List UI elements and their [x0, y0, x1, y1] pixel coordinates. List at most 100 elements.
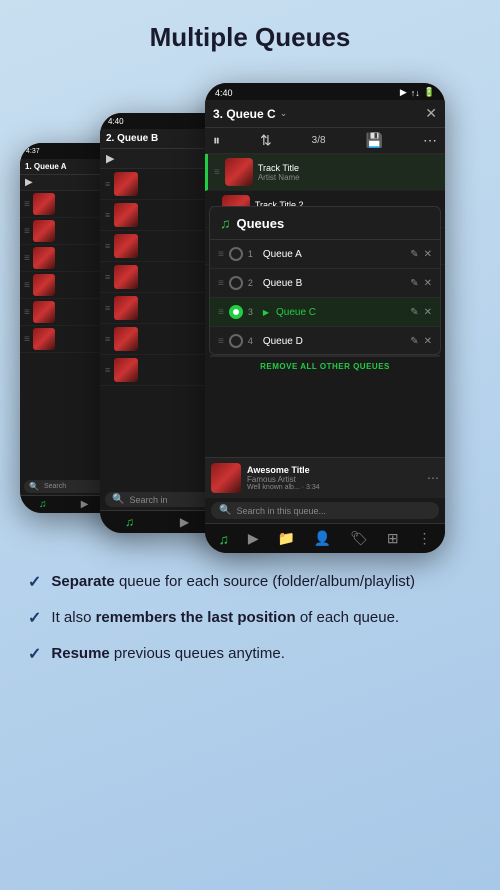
drag-handle: ≡	[24, 280, 30, 291]
more-button[interactable]: ⋯	[423, 132, 437, 149]
drag-handle: ≡	[105, 303, 110, 313]
now-playing-bar: Awesome Title Famous Artist Well known a…	[205, 457, 445, 498]
drag-handle: ≡	[24, 334, 30, 345]
dropdown-header: ♫ Queues	[210, 207, 440, 240]
bottom-nav-3: ♫ ▶ 📁 👤 🏷 ⊞ ⋮	[205, 523, 445, 553]
search-placeholder-2: Search in	[129, 495, 167, 505]
queue-edit-b[interactable]: ✎	[410, 278, 418, 289]
track-thumbnail	[33, 274, 55, 296]
queue-name-b: Queue B	[263, 278, 405, 289]
drag-handle: ≡	[105, 179, 110, 189]
feature-text-3: Resume previous queues anytime.	[51, 643, 284, 665]
check-icon-1: ✓	[28, 572, 41, 592]
sort-button[interactable]: ⇅	[260, 132, 272, 149]
search-bar-3[interactable]: 🔍 Search in this queue...	[211, 502, 439, 519]
track-thumbnail	[114, 358, 138, 382]
queue-number-d: 4	[248, 336, 258, 346]
search-placeholder-1: Search	[44, 483, 66, 490]
track-count-badge: 3/8	[312, 135, 326, 146]
queue-name-a: Queue A	[263, 249, 405, 260]
queue-radio-a	[229, 247, 243, 261]
play-nav-icon-3[interactable]: ▶	[248, 530, 259, 547]
close-button-3[interactable]: ✕	[425, 105, 437, 122]
queue-delete-d[interactable]: ✕	[424, 336, 432, 347]
drag-handle: ≡	[105, 334, 110, 344]
grid-nav-icon-3[interactable]: ⊞	[387, 530, 399, 547]
phone-3: 4:40 ▶ ↑↓ 🔋 3. Queue C ⌄ ✕ ⏸ ⇅ 3/8	[205, 83, 445, 553]
drag-handle: ≡	[214, 167, 220, 178]
queue-edit-c[interactable]: ✎	[410, 307, 418, 318]
queue-edit-d[interactable]: ✎	[410, 336, 418, 347]
queue-item-c[interactable]: ≡ 3 ▶ Queue C ✎ ✕	[210, 298, 440, 327]
search-icon-3: 🔍	[219, 505, 231, 516]
phones-container: 4:37 ▶ 1. Queue A ▶ ⇅ ≡ ≡	[0, 63, 500, 553]
feature-text-2: It also remembers the last position of e…	[51, 607, 399, 629]
queue-radio-c	[229, 305, 243, 319]
queue-item-b[interactable]: ≡ 2 Queue B ✎ ✕	[210, 269, 440, 298]
time-1: 4:37	[26, 148, 40, 155]
queue-nav-icon-3[interactable]: ♫	[218, 531, 229, 547]
now-playing-time: Well known alb... · 3:34	[247, 484, 421, 491]
track-thumbnail	[114, 296, 138, 320]
folder-nav-icon-3[interactable]: 📁	[278, 530, 295, 547]
queue-delete-b[interactable]: ✕	[424, 278, 432, 289]
remove-all-button[interactable]: REMOVE ALL OTHER QUEUES	[210, 356, 440, 376]
feature-item-2: ✓ It also remembers the last position of…	[28, 607, 472, 629]
tag-nav-icon-3[interactable]: 🏷	[350, 530, 368, 547]
play-nav-icon[interactable]: ▶	[81, 499, 89, 510]
queue-item-d[interactable]: ≡ 4 Queue D ✎ ✕	[210, 327, 440, 356]
feature-item-1: ✓ Separate queue for each source (folder…	[28, 571, 472, 593]
queue-number-c: 3	[248, 307, 258, 317]
track-name: Track Title	[258, 163, 439, 173]
queue-drag-b: ≡	[218, 278, 224, 289]
now-playing-thumb	[211, 463, 241, 493]
queue-edit-a[interactable]: ✎	[410, 249, 418, 260]
queue-item-a[interactable]: ≡ 1 Queue A ✎ ✕	[210, 240, 440, 269]
more-vert-button[interactable]: ⋯	[427, 471, 439, 485]
controls-bar-3: ⏸ ⇅ 3/8 💾 ⋯	[205, 128, 445, 154]
track-thumbnail	[114, 327, 138, 351]
pause-button[interactable]: ⏸	[213, 132, 220, 149]
feature-text-1: Separate queue for each source (folder/a…	[51, 571, 415, 593]
drag-handle: ≡	[24, 199, 30, 210]
queue-nav-icon[interactable]: ♫	[39, 499, 47, 510]
track-artist: Artist Name	[258, 173, 439, 182]
signal-icon: ↑↓	[411, 88, 420, 98]
track-thumbnail	[114, 172, 138, 196]
feature-item-3: ✓ Resume previous queues anytime.	[28, 643, 472, 665]
app-header-3: 3. Queue C ⌄ ✕	[205, 100, 445, 128]
now-playing-artist: Famous Artist	[247, 475, 421, 484]
search-icon-1: 🔍	[29, 482, 39, 491]
battery-icon: 🔋	[424, 87, 435, 98]
queue-radio-dot-c	[233, 309, 239, 315]
queue-drag-c: ≡	[218, 307, 224, 318]
queue-title-1: 1. Queue A	[25, 162, 67, 171]
queue-delete-a[interactable]: ✕	[424, 249, 432, 260]
queue-nav-icon-2[interactable]: ♫	[125, 515, 134, 529]
play-btn-2[interactable]: ▶	[106, 152, 114, 165]
queues-dropdown-label: Queues	[237, 216, 285, 231]
status-bar-3: 4:40 ▶ ↑↓ 🔋	[205, 83, 445, 100]
track-thumbnail	[33, 328, 55, 350]
save-button[interactable]: 💾	[366, 132, 383, 149]
queue-name-c: Queue C	[276, 307, 405, 318]
now-playing-info: Awesome Title Famous Artist Well known a…	[247, 465, 421, 491]
track-thumbnail	[33, 247, 55, 269]
page-title: Multiple Queues	[0, 0, 500, 63]
queue-title-3: 3. Queue C	[213, 107, 276, 121]
play-btn-1[interactable]: ▶	[25, 177, 33, 188]
drag-handle: ≡	[24, 253, 30, 264]
person-nav-icon-3[interactable]: 👤	[314, 530, 331, 547]
track-list-3: ≡ Track Title Artist Name ≡ Track Title …	[205, 154, 445, 457]
features-section: ✓ Separate queue for each source (folder…	[0, 553, 500, 698]
queues-dropdown: ♫ Queues ≡ 1 Queue A ✎ ✕ ≡	[209, 206, 441, 355]
queue-radio-d	[229, 334, 243, 348]
drag-handle: ≡	[24, 226, 30, 237]
queue-delete-c[interactable]: ✕	[424, 307, 432, 318]
play-nav-icon-2[interactable]: ▶	[180, 515, 189, 529]
dots-nav-icon-3[interactable]: ⋮	[417, 530, 431, 547]
chevron-down-icon: ⌄	[280, 108, 288, 119]
queues-dropdown-icon: ♫	[220, 215, 231, 231]
track-thumbnail	[33, 301, 55, 323]
track-thumbnail	[114, 203, 138, 227]
